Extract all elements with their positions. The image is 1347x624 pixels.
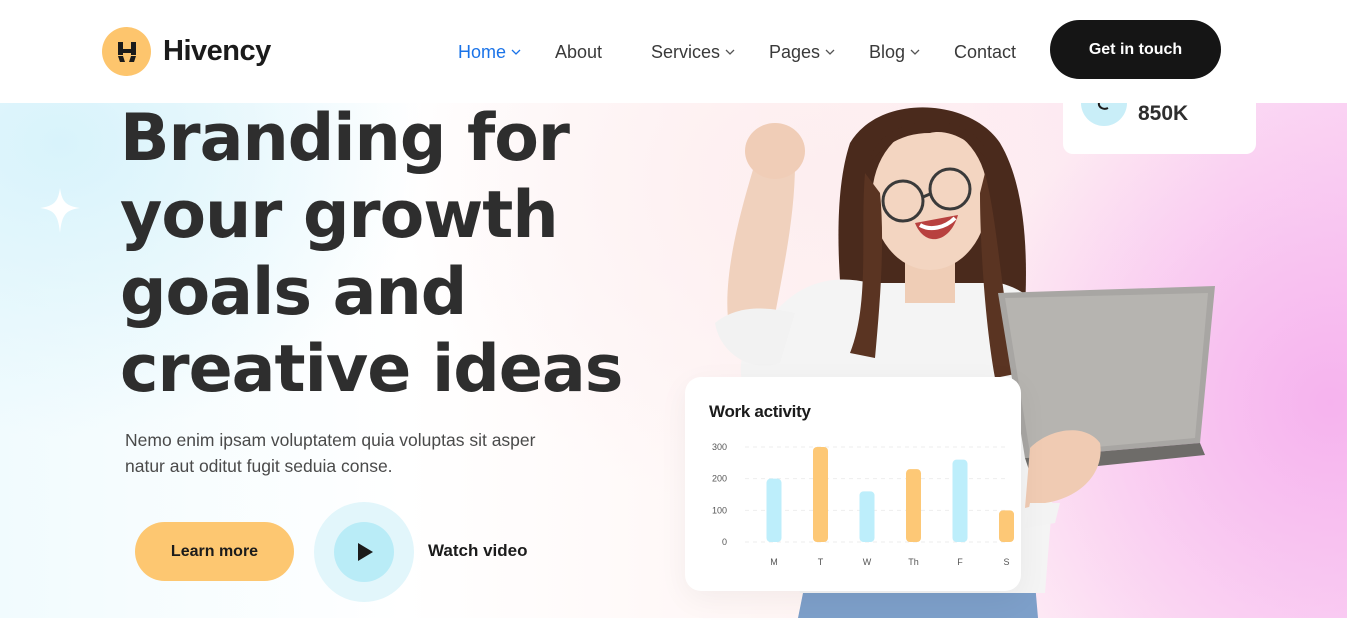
- bar-f: [952, 459, 968, 542]
- nav-about-label: About: [555, 41, 603, 62]
- headline-line: goals and: [120, 255, 467, 330]
- logo-badge-icon: [102, 27, 151, 76]
- x-tick-label: F: [957, 557, 963, 567]
- get-in-touch-button[interactable]: Get in touch: [1050, 20, 1221, 79]
- stat-value: 850K: [1138, 102, 1189, 125]
- hero-headline: Branding for your growth goals and creat…: [120, 100, 640, 408]
- bar-w: [859, 491, 875, 542]
- chevron-down-icon: [825, 49, 835, 55]
- x-tick-label: W: [863, 557, 872, 567]
- y-tick-label: 300: [712, 442, 727, 452]
- play-video-button[interactable]: [314, 502, 414, 602]
- chevron-down-icon: [910, 49, 920, 55]
- nav-contact-label: Contact: [954, 41, 1017, 62]
- chevron-down-icon: [511, 49, 521, 55]
- nav-services[interactable]: Services: [651, 40, 735, 64]
- bar-s: [999, 510, 1014, 542]
- learn-more-button[interactable]: Learn more: [135, 522, 294, 581]
- headline-line: Branding for: [120, 101, 570, 176]
- nav-pages-label: Pages: [769, 41, 821, 62]
- brand-logo[interactable]: Hivency: [102, 27, 271, 76]
- x-tick-label: S: [1003, 557, 1009, 567]
- play-button-inner: [334, 522, 394, 582]
- sparkle-icon: [40, 188, 80, 233]
- bar-t: [813, 447, 828, 542]
- nav-home-label: Home: [458, 41, 507, 62]
- headline-line: your growth: [120, 178, 559, 253]
- x-tick-label: T: [818, 557, 824, 567]
- nav-pages[interactable]: Pages: [769, 40, 835, 64]
- nav-contact[interactable]: Contact: [954, 40, 1016, 64]
- play-icon: [358, 543, 373, 561]
- stat-card: 850K: [1063, 100, 1256, 154]
- watch-video-link[interactable]: Watch video: [428, 541, 528, 561]
- y-tick-label: 0: [722, 537, 727, 547]
- nav-home[interactable]: Home: [458, 40, 521, 64]
- bar-m: [766, 478, 782, 542]
- hive-mark-icon: [117, 41, 136, 62]
- nav-about[interactable]: About: [555, 40, 602, 64]
- work-activity-card: Work activity 300 200 100 0 M T W Th F S: [685, 377, 1021, 591]
- nav-blog-label: Blog: [869, 41, 906, 62]
- nav-services-label: Services: [651, 41, 721, 62]
- x-tick-label: M: [770, 557, 778, 567]
- chevron-down-icon: [725, 49, 735, 55]
- brand-name: Hivency: [163, 35, 271, 67]
- bar-th: [906, 469, 921, 542]
- headline-line: creative ideas: [120, 332, 623, 407]
- hero-subtext: Nemo enim ipsam voluptatem quia voluptas…: [125, 430, 536, 476]
- x-tick-label: Th: [908, 557, 919, 567]
- chart-icon: [1081, 100, 1127, 126]
- y-tick-label: 100: [712, 505, 727, 515]
- nav-blog[interactable]: Blog: [869, 40, 920, 64]
- site-header: Hivency Home About Services Pages Blog C…: [0, 0, 1347, 103]
- y-tick-label: 200: [712, 474, 727, 484]
- page-bottom-edge: [0, 618, 1347, 624]
- work-activity-chart: 300 200 100 0 M T W Th F S: [712, 442, 1014, 567]
